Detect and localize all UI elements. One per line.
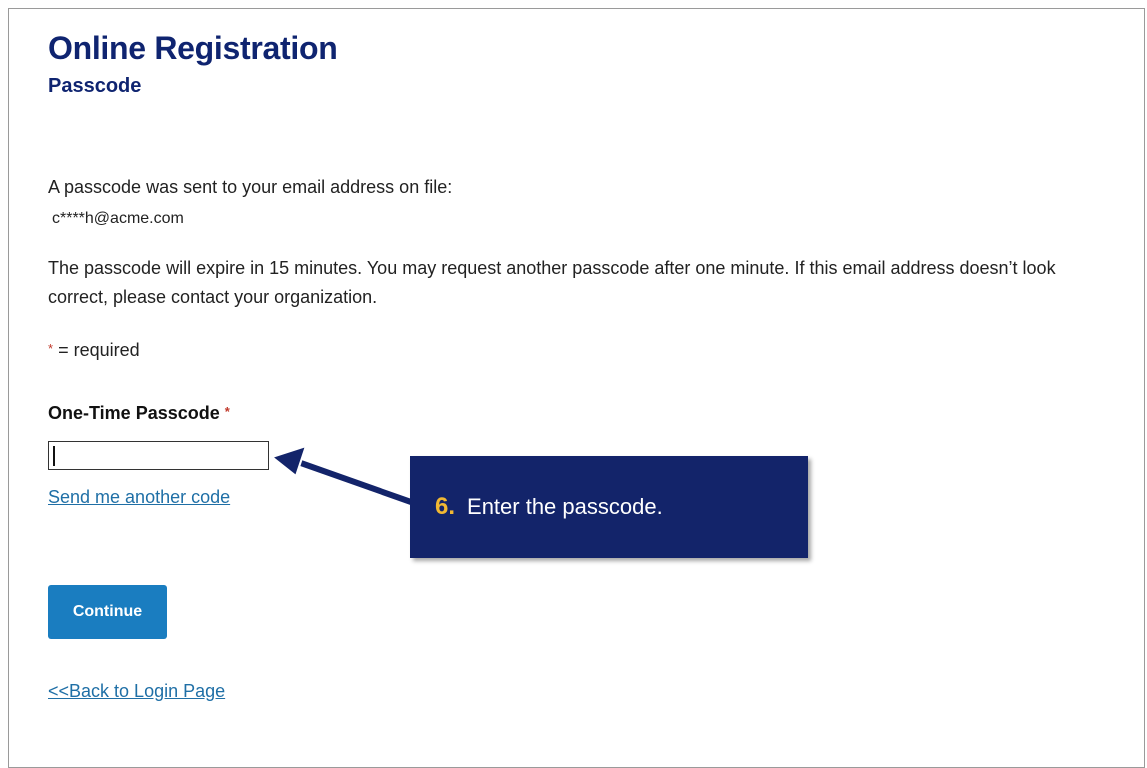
page-title: Online Registration (48, 30, 338, 66)
required-legend: * = required (48, 334, 140, 365)
callout-arrow-icon (271, 445, 417, 508)
required-asterisk: * (224, 404, 230, 419)
back-to-login-link[interactable]: <<Back to Login Page (48, 681, 225, 702)
masked-email: c****h@acme.com (52, 210, 184, 227)
page-subtitle: Passcode (48, 75, 142, 97)
expiry-note: The passcode will expire in 15 minutes. … (48, 258, 1056, 307)
required-legend-text: = required (53, 340, 140, 360)
passcode-label: One-Time Passcode * (48, 403, 230, 424)
send-another-code-link[interactable]: Send me another code (48, 487, 230, 508)
callout-step-number: 6. (435, 493, 456, 520)
instruction-callout: 6. Enter the passcode. (410, 456, 808, 558)
callout-text: Enter the passcode. (467, 494, 663, 519)
passcode-input[interactable] (48, 441, 269, 470)
continue-button[interactable]: Continue (48, 585, 167, 639)
text-caret (53, 446, 55, 466)
page-frame (8, 8, 1145, 768)
passcode-label-text: One-Time Passcode (48, 403, 220, 423)
intro-text: A passcode was sent to your email addres… (48, 177, 453, 197)
